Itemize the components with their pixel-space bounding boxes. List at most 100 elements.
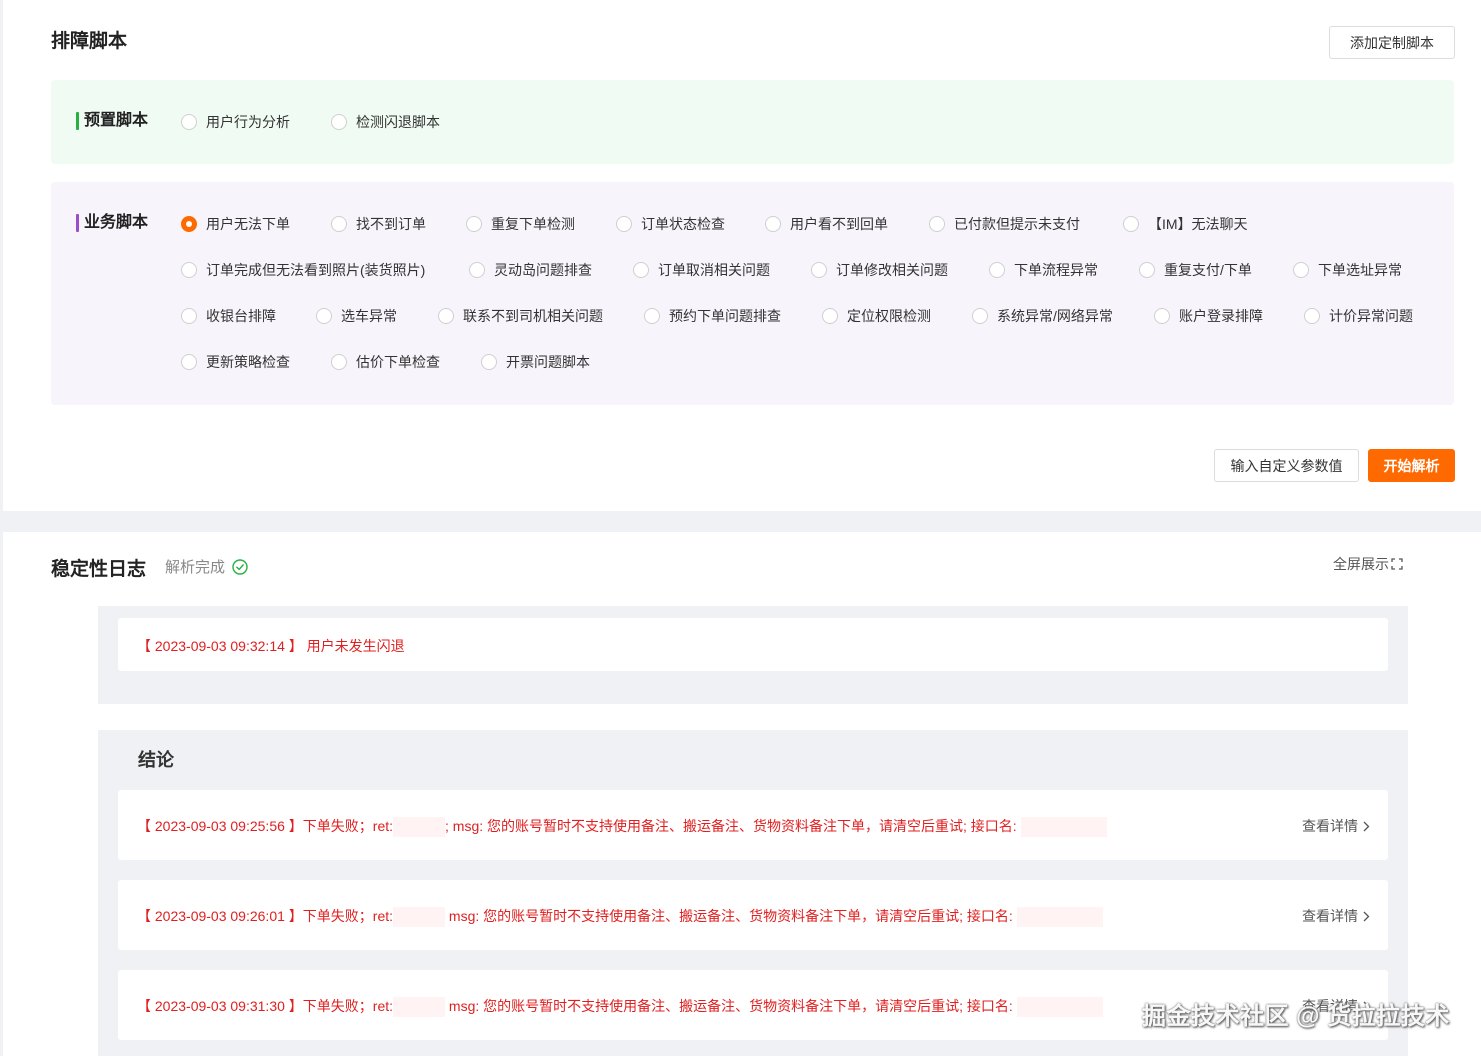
start-analysis-button[interactable]: 开始解析 — [1368, 449, 1455, 482]
radio-option[interactable]: 开票问题脚本 — [481, 352, 590, 372]
radio-button[interactable] — [181, 308, 197, 324]
radio-option[interactable]: 估价下单检查 — [331, 352, 440, 372]
radio-option[interactable]: 找不到订单 — [331, 214, 426, 234]
radio-button[interactable] — [1139, 262, 1155, 278]
log-timestamp: 【 2023-09-03 09:32:14 】 — [137, 638, 303, 654]
radio-button[interactable] — [181, 216, 197, 232]
log-message: msg: 您的账号暂时不支持使用备注、搬运备注、货物资料备注下单，请清空后重试;… — [448, 908, 1013, 924]
radio-button[interactable] — [644, 308, 660, 324]
radio-option[interactable]: 订单修改相关问题 — [811, 260, 948, 280]
radio-label: 联系不到司机相关问题 — [463, 308, 603, 324]
radio-option[interactable]: 预约下单问题排查 — [644, 306, 781, 326]
conclusion-log-text: 【 2023-09-03 09:25:56 】下单失败；ret:; msg: 您… — [137, 816, 1107, 838]
radio-button[interactable] — [633, 262, 649, 278]
radio-label: 用户行为分析 — [206, 114, 290, 130]
radio-button[interactable] — [181, 262, 197, 278]
radio-label: 预约下单问题排查 — [669, 308, 781, 324]
radio-label: 重复支付/下单 — [1164, 262, 1252, 278]
radio-button[interactable] — [466, 216, 482, 232]
radio-label: 开票问题脚本 — [506, 354, 590, 370]
radio-button[interactable] — [331, 354, 347, 370]
radio-label: 订单修改相关问题 — [836, 262, 948, 278]
radio-label: 已付款但提示未支付 — [954, 216, 1080, 232]
log-timestamp: 【 2023-09-03 09:26:01 】 — [137, 908, 303, 924]
radio-label: 收银台排障 — [206, 308, 276, 324]
radio-option[interactable]: 定位权限检测 — [822, 306, 931, 326]
radio-option[interactable]: 订单完成但无法看到照片(装货照片) — [181, 260, 425, 280]
radio-label: 更新策略检查 — [206, 354, 290, 370]
radio-option[interactable]: 订单状态检查 — [616, 214, 725, 234]
radio-label: 定位权限检测 — [847, 308, 931, 324]
radio-button[interactable] — [469, 262, 485, 278]
radio-label: 估价下单检查 — [356, 354, 440, 370]
view-detail-label: 查看详情 — [1302, 818, 1358, 834]
expand-icon — [1391, 558, 1403, 570]
radio-label: 检测闪退脚本 — [356, 114, 440, 130]
radio-option[interactable]: 计价异常问题 — [1304, 306, 1413, 326]
radio-option[interactable]: 收银台排障 — [181, 306, 276, 326]
conclusion-log-card: 【 2023-09-03 09:26:01 】下单失败；ret: msg: 您的… — [118, 880, 1388, 950]
radio-label: 用户无法下单 — [206, 216, 290, 232]
watermark: 掘金技术社区 @ 货拉拉技术 — [1142, 1003, 1450, 1030]
log-timestamp: 【 2023-09-03 09:25:56 】 — [137, 818, 303, 834]
redacted-value — [393, 817, 446, 838]
radio-option[interactable]: 重复下单检测 — [466, 214, 575, 234]
radio-button[interactable] — [972, 308, 988, 324]
business-scripts-box: 业务脚本 用户无法下单 找不到订单 重复下单检测 订单状态检查 用户看不到回单 已付款但提… — [51, 182, 1454, 405]
preset-scripts-label: 预置脚本 — [76, 112, 148, 130]
custom-param-button[interactable]: 输入自定义参数值 — [1214, 449, 1359, 482]
radio-option[interactable]: 用户看不到回单 — [765, 214, 888, 234]
radio-label: 计价异常问题 — [1329, 308, 1413, 324]
business-scripts-label: 业务脚本 — [76, 214, 148, 232]
fullscreen-label: 全屏展示 — [1333, 556, 1389, 572]
radio-option[interactable]: 已付款但提示未支付 — [929, 214, 1080, 234]
radio-option[interactable]: 下单流程异常 — [989, 260, 1098, 280]
scripts-panel-title: 排障脚本 — [51, 31, 128, 52]
view-detail-link[interactable]: 查看详情 — [1302, 906, 1370, 926]
view-detail-label: 查看详情 — [1302, 908, 1358, 924]
radio-option[interactable]: 下单选址异常 — [1293, 260, 1402, 280]
radio-button[interactable] — [181, 354, 197, 370]
radio-button[interactable] — [1304, 308, 1320, 324]
radio-option[interactable]: 选车异常 — [316, 306, 397, 326]
radio-button[interactable] — [1293, 262, 1309, 278]
radio-option[interactable]: 灵动岛问题排查 — [469, 260, 592, 280]
log-message: msg: 您的账号暂时不支持使用备注、搬运备注、货物资料备注下单，请清空后重试;… — [448, 998, 1013, 1014]
radio-button[interactable] — [438, 308, 454, 324]
radio-button[interactable] — [929, 216, 945, 232]
radio-button[interactable] — [481, 354, 497, 370]
radio-option[interactable]: 订单取消相关问题 — [633, 260, 770, 280]
radio-button[interactable] — [616, 216, 632, 232]
radio-button[interactable] — [822, 308, 838, 324]
radio-option[interactable]: 检测闪退脚本 — [331, 112, 440, 132]
radio-button[interactable] — [331, 216, 347, 232]
radio-label: 用户看不到回单 — [790, 216, 888, 232]
log-separator: ; — [445, 818, 453, 834]
radio-button[interactable] — [1123, 216, 1139, 232]
view-detail-link[interactable]: 查看详情 — [1302, 816, 1370, 836]
fullscreen-toggle[interactable]: 全屏展示 — [1333, 554, 1403, 574]
radio-option[interactable]: 重复支付/下单 — [1139, 260, 1252, 280]
radio-label: 订单完成但无法看到照片(装货照片) — [206, 262, 426, 278]
radio-option[interactable]: 系统异常/网络异常 — [972, 306, 1113, 326]
radio-label: 重复下单检测 — [491, 216, 575, 232]
radio-label: 灵动岛问题排查 — [494, 262, 592, 278]
redacted-value — [393, 997, 446, 1018]
radio-button[interactable] — [181, 114, 197, 130]
radio-button[interactable] — [811, 262, 827, 278]
radio-label: 选车异常 — [341, 308, 397, 324]
log-prefix: 下单失败；ret: — [302, 818, 394, 834]
radio-option[interactable]: 【IM】无法聊天 — [1123, 214, 1248, 234]
radio-button[interactable] — [331, 114, 347, 130]
radio-button[interactable] — [765, 216, 781, 232]
radio-option[interactable]: 账户登录排障 — [1154, 306, 1263, 326]
radio-button[interactable] — [1154, 308, 1170, 324]
radio-option[interactable]: 更新策略检查 — [181, 352, 290, 372]
radio-button[interactable] — [989, 262, 1005, 278]
radio-option[interactable]: 用户行为分析 — [181, 112, 290, 132]
radio-option[interactable]: 用户无法下单 — [181, 214, 290, 234]
conclusion-log-text: 【 2023-09-03 09:31:30 】下单失败；ret: msg: 您的… — [137, 996, 1103, 1018]
radio-option[interactable]: 联系不到司机相关问题 — [438, 306, 603, 326]
radio-button[interactable] — [316, 308, 332, 324]
add-custom-script-button[interactable]: 添加定制脚本 — [1329, 26, 1455, 59]
